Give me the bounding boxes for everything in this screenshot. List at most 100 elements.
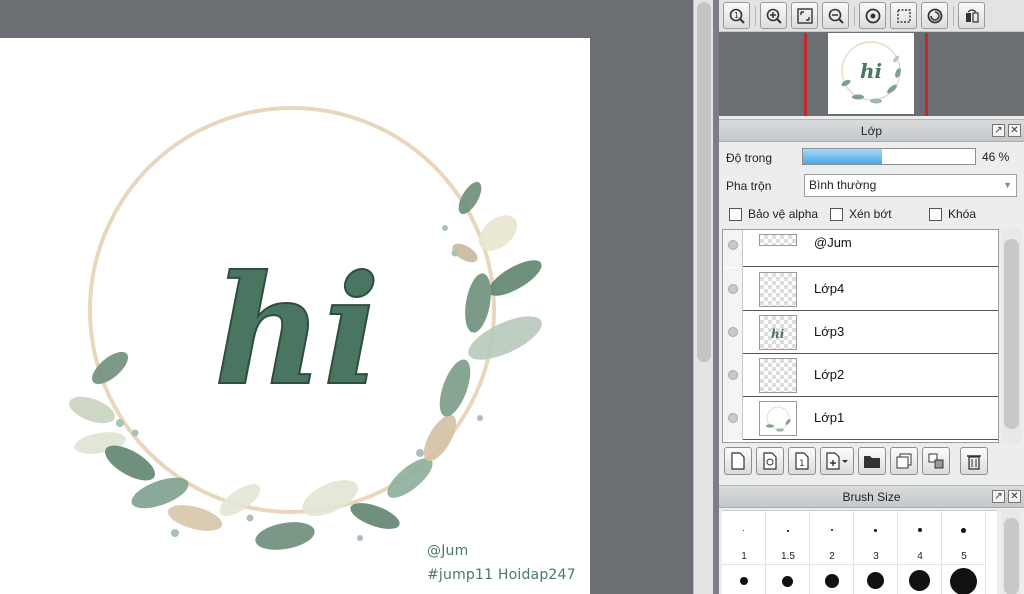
- brush-dot: [961, 528, 966, 533]
- opacity-slider[interactable]: [802, 148, 976, 165]
- brush-dot: [825, 574, 839, 588]
- scrollbar-thumb[interactable]: [1004, 518, 1019, 594]
- layer-thumbnail: [759, 401, 797, 436]
- rotate-right-icon[interactable]: [921, 2, 948, 29]
- visibility-toggle[interactable]: [723, 397, 743, 440]
- new-layer-icon[interactable]: [724, 447, 752, 475]
- brush-size-cell[interactable]: 5: [942, 511, 986, 565]
- navigator-toolbar: 1: [719, 0, 1024, 32]
- signature-hashtag: #jump11 Hoidap247: [427, 567, 576, 583]
- brush-dot: [787, 530, 789, 532]
- trash-icon[interactable]: [960, 447, 988, 475]
- layer-list: @Jum Lớp4 hi Lớp3 Lớp2 Lớp1: [722, 229, 999, 443]
- lock-checkbox[interactable]: Khóa: [929, 207, 976, 221]
- navigator-preview[interactable]: hi: [719, 32, 1024, 116]
- scrollbar-thumb[interactable]: [697, 2, 711, 362]
- layer-list-scrollbar[interactable]: [1002, 229, 1021, 443]
- layer-row-3[interactable]: hi Lớp3: [723, 311, 998, 354]
- layer-thumbnail: hi: [759, 315, 797, 350]
- brush-dot: [831, 529, 833, 531]
- layer-name: Lớp2: [814, 367, 845, 382]
- merge-icon[interactable]: [922, 447, 950, 475]
- brush-size-cell[interactable]: 1.5: [766, 511, 810, 565]
- protect-alpha-checkbox[interactable]: Bảo vệ alpha: [729, 207, 818, 221]
- flip-icon[interactable]: [958, 2, 985, 29]
- visibility-toggle[interactable]: [723, 230, 743, 267]
- close-icon[interactable]: ✕: [1008, 490, 1021, 503]
- brush-size-cell[interactable]: [854, 565, 898, 594]
- checkbox-box[interactable]: [929, 207, 942, 221]
- fit-canvas-icon[interactable]: [890, 2, 917, 29]
- layer-row-2[interactable]: Lớp2: [723, 354, 998, 397]
- layer-name: Lớp3: [814, 324, 845, 339]
- eye-icon: [728, 284, 738, 294]
- zoom-in-icon[interactable]: [760, 2, 787, 29]
- eye-icon: [728, 413, 738, 423]
- layer-toolbar: 1: [719, 444, 1024, 478]
- opacity-slider-fill: [803, 149, 883, 164]
- brush-size-header: Brush Size ↗ ✕: [719, 486, 1024, 508]
- zoom-actual-icon[interactable]: 1: [723, 2, 750, 29]
- layer-thumbnail: [759, 272, 797, 307]
- layer-thumbnail: [759, 234, 797, 246]
- artwork-lettering: hi: [214, 243, 380, 419]
- brush-size-label: 4: [917, 551, 923, 562]
- brush-size-cell[interactable]: [810, 565, 854, 594]
- scrollbar-thumb[interactable]: [1004, 239, 1019, 429]
- brush-size-cell[interactable]: 4: [898, 511, 942, 565]
- visibility-toggle[interactable]: [723, 354, 743, 397]
- artwork: hi: [69, 106, 542, 550]
- blend-mode-select[interactable]: Bình thường ▼: [804, 174, 1017, 197]
- brush-dot: [782, 576, 793, 587]
- layer-panel: Lớp ↗ ✕ Độ trong 46 % Pha trộn Bình thườ…: [719, 119, 1024, 479]
- brush-size-cell[interactable]: [942, 565, 986, 594]
- lock-label: Khóa: [948, 207, 977, 221]
- layer-panel-header: Lớp ↗ ✕: [719, 120, 1024, 142]
- rotate-left-icon[interactable]: [859, 2, 886, 29]
- one-layer-icon[interactable]: 1: [788, 447, 816, 475]
- layer-row-4[interactable]: Lớp4: [723, 268, 998, 311]
- close-icon[interactable]: ✕: [1008, 124, 1021, 137]
- blend-mode-value: Bình thường: [809, 178, 877, 192]
- brush-dot: [743, 530, 744, 531]
- duplicate-icon[interactable]: [890, 447, 918, 475]
- brush-size-label: 1: [741, 551, 747, 562]
- layer-thumbnail: [759, 358, 797, 393]
- visibility-toggle[interactable]: [723, 268, 743, 311]
- checkbox-box[interactable]: [729, 207, 742, 221]
- zoom-out-icon[interactable]: [822, 2, 849, 29]
- brush-size-cell[interactable]: 1: [722, 511, 766, 565]
- layer-row-jum[interactable]: @Jum: [723, 230, 998, 267]
- toolbar-separator: [755, 5, 756, 26]
- eye-icon: [728, 240, 738, 250]
- canvas-vertical-scrollbar[interactable]: [693, 0, 713, 594]
- new-layer-copy-icon[interactable]: [756, 447, 784, 475]
- brush-dot: [918, 528, 922, 532]
- visibility-toggle[interactable]: [723, 311, 743, 354]
- clipping-label: Xén bớt: [849, 207, 892, 221]
- brush-size-cell[interactable]: [898, 565, 942, 594]
- brush-size-cell[interactable]: 2: [810, 511, 854, 565]
- brush-size-cell[interactable]: [722, 565, 766, 594]
- brush-size-cell[interactable]: 3: [854, 511, 898, 565]
- brush-size-scrollbar[interactable]: [1002, 510, 1021, 594]
- svg-text:hi: hi: [771, 327, 785, 341]
- float-panel-icon[interactable]: ↗: [992, 490, 1005, 503]
- toolbar-separator: [953, 5, 954, 26]
- float-panel-icon[interactable]: ↗: [992, 124, 1005, 137]
- brush-dot: [740, 577, 748, 585]
- canvas-workspace[interactable]: hi @Jum #jump11 Hoidap247: [0, 0, 693, 594]
- signature-handle: @Jum: [427, 543, 469, 559]
- brush-size-cell[interactable]: [766, 565, 810, 594]
- add-layer-dropdown-icon[interactable]: [820, 447, 854, 475]
- brush-size-label: 5: [961, 551, 967, 562]
- fit-window-icon[interactable]: [791, 2, 818, 29]
- canvas-paper[interactable]: hi @Jum #jump11 Hoidap247: [0, 38, 590, 594]
- checkbox-box[interactable]: [830, 207, 843, 221]
- brush-size-label: 3: [873, 551, 879, 562]
- folder-icon[interactable]: [858, 447, 886, 475]
- layer-name: @Jum: [814, 235, 852, 250]
- layer-name: Lớp4: [814, 281, 845, 296]
- clipping-checkbox[interactable]: Xén bớt: [830, 207, 892, 221]
- layer-row-1[interactable]: Lớp1: [723, 397, 998, 440]
